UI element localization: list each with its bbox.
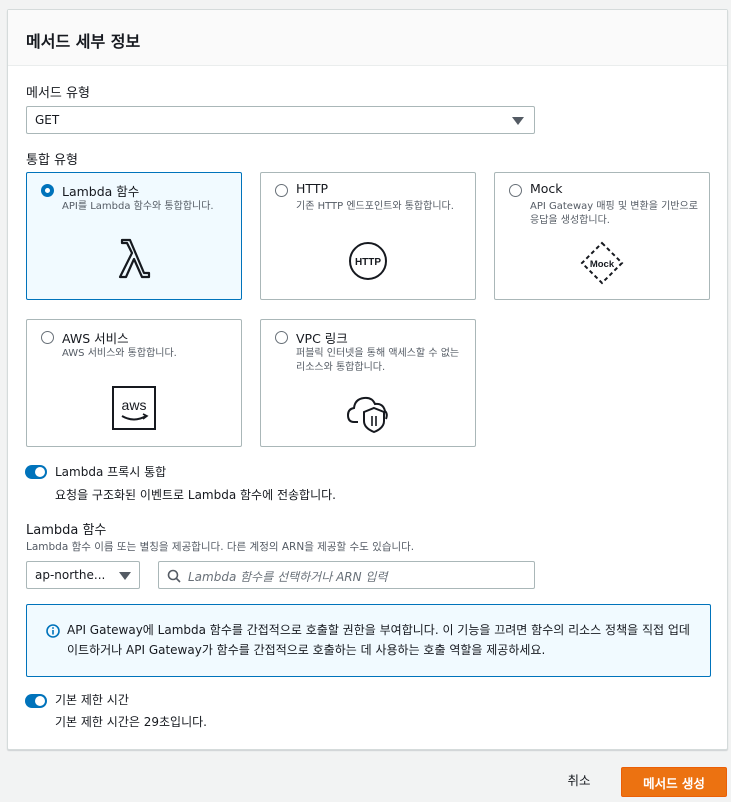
method-details-panel: 메서드 세부 정보 메서드 유형 GET 통합 유형 Lambda 함수 API… (7, 9, 728, 750)
aws-icon: aws (27, 386, 241, 430)
lambda-proxy-toggle[interactable] (25, 465, 47, 479)
lambda-icon (27, 237, 241, 281)
integration-option-lambda[interactable]: Lambda 함수 API를 Lambda 함수와 통합합니다. (26, 172, 242, 300)
option-description: 퍼블릭 인터넷을 통해 액세스할 수 없는 리소스와 통합합니다. (296, 348, 460, 373)
option-description: AWS 서비스와 통합합니다. (62, 348, 177, 359)
option-description: 기존 HTTP 엔드포인트와 통합합니다. (296, 201, 454, 212)
integration-option-mock[interactable]: Mock API Gateway 매핑 및 변환을 기반으로 응답을 생성합니다… (494, 172, 710, 300)
option-title: Lambda 함수 (62, 184, 140, 199)
http-icon-text: HTTP (355, 257, 381, 268)
lambda-proxy-description: 요청을 구조화된 이벤트로 Lambda 함수에 전송합니다. (55, 488, 336, 502)
radio-vpc-link[interactable] (275, 331, 288, 344)
region-value: ap-northe... (35, 568, 106, 582)
mock-icon-text: Mock (590, 259, 615, 270)
panel-title: 메서드 세부 정보 (26, 32, 141, 51)
radio-http[interactable] (275, 184, 288, 197)
info-alert: API Gateway에 Lambda 함수를 간접적으로 호출할 권한을 부여… (26, 604, 711, 677)
method-type-value: GET (35, 113, 60, 127)
lambda-function-placeholder: Lambda 함수를 선택하거나 ARN 입력 (188, 570, 388, 584)
lambda-function-label: Lambda 함수 (26, 523, 107, 538)
panel-header: 메서드 세부 정보 (8, 10, 727, 66)
option-title: Mock (530, 181, 563, 196)
default-timeout-description: 기본 제한 시간은 29초입니다. (55, 715, 207, 729)
create-method-button[interactable]: 메서드 생성 (621, 767, 727, 797)
cancel-button[interactable]: 취소 (556, 766, 602, 792)
option-title: AWS 서비스 (62, 331, 129, 346)
radio-aws-service[interactable] (41, 331, 54, 344)
option-description: API를 Lambda 함수와 통합합니다. (62, 201, 214, 212)
option-title: VPC 링크 (296, 331, 348, 346)
caret-down-icon (512, 117, 524, 125)
integration-option-vpc-link[interactable]: VPC 링크 퍼블릭 인터넷을 통해 액세스할 수 없는 리소스와 통합합니다. (260, 319, 476, 447)
option-title: HTTP (296, 181, 328, 196)
cloud-shield-icon (261, 392, 475, 434)
integration-type-label: 통합 유형 (26, 153, 78, 168)
integration-option-aws-service[interactable]: AWS 서비스 AWS 서비스와 통합합니다. aws (26, 319, 242, 447)
http-icon: HTTP (261, 241, 475, 281)
region-select[interactable]: ap-northe... (26, 561, 140, 589)
info-text: API Gateway에 Lambda 함수를 간접적으로 호출할 권한을 부여… (67, 623, 690, 657)
info-icon (46, 624, 60, 638)
option-description: API Gateway 매핑 및 변환을 기반으로 응답을 생성합니다. (530, 201, 698, 226)
default-timeout-toggle[interactable] (25, 694, 47, 708)
mock-icon: Mock (495, 241, 709, 285)
radio-mock[interactable] (509, 184, 522, 197)
caret-down-icon (119, 572, 131, 580)
integration-option-http[interactable]: HTTP 기존 HTTP 엔드포인트와 통합합니다. HTTP (260, 172, 476, 300)
aws-icon-text: aws (122, 397, 147, 413)
lambda-function-description: Lambda 함수 이름 또는 별칭을 제공합니다. 다른 계정의 ARN을 제… (26, 541, 415, 553)
method-type-select[interactable]: GET (26, 106, 535, 134)
lambda-proxy-label: Lambda 프록시 통합 (55, 465, 167, 479)
method-type-label: 메서드 유형 (26, 86, 90, 101)
search-icon (167, 569, 181, 583)
default-timeout-label: 기본 제한 시간 (55, 693, 129, 707)
lambda-function-input[interactable]: Lambda 함수를 선택하거나 ARN 입력 (158, 561, 535, 589)
radio-lambda[interactable] (41, 184, 54, 197)
